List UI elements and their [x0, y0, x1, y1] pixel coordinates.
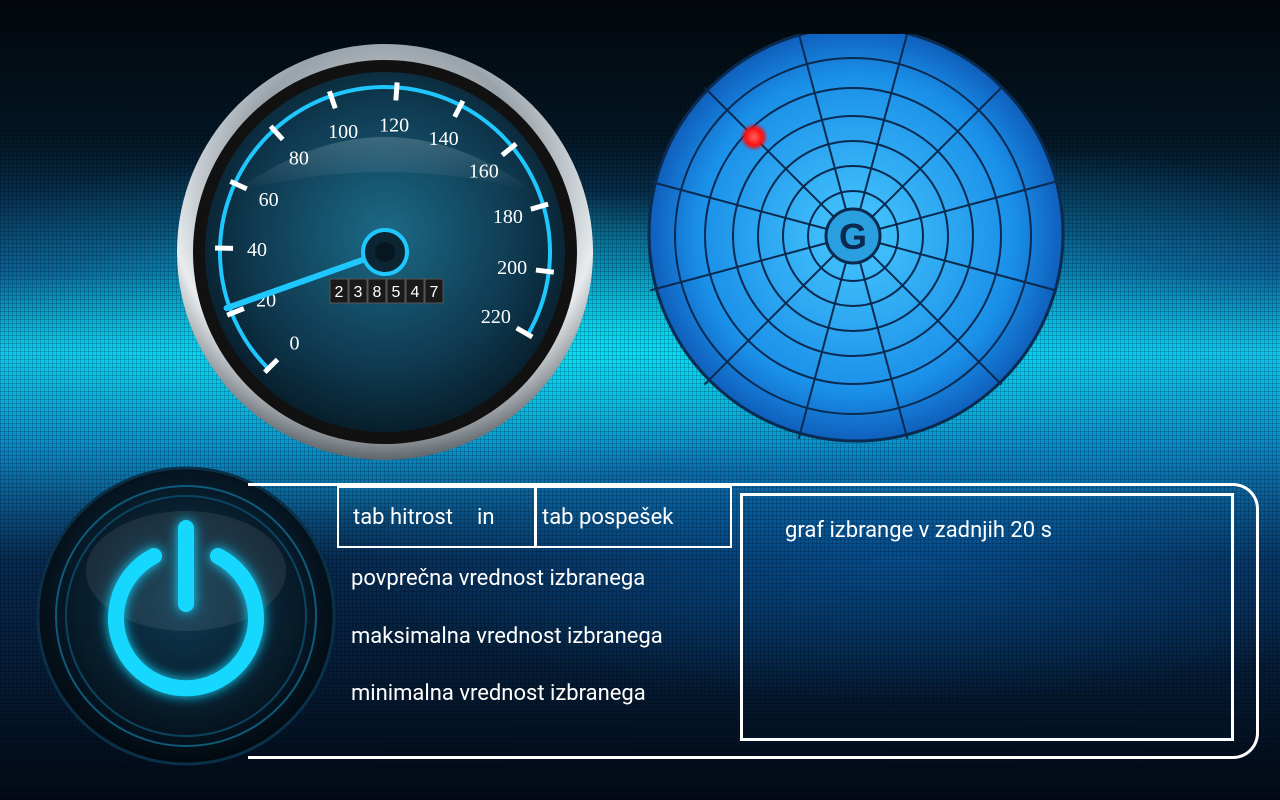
- graph-label: graf izbrange v zadnjih 20 s: [785, 518, 1052, 543]
- g-force-radar: G: [646, 25, 1066, 454]
- speed-scale-label: 0: [289, 333, 299, 355]
- tab-speed-label: tab hitrost: [353, 504, 453, 530]
- speed-scale-label: 120: [379, 114, 409, 136]
- speedometer-gauge: 020406080100120140160180200220 238547: [175, 42, 595, 462]
- g-force-marker: [740, 123, 768, 151]
- speed-scale-label: 40: [247, 239, 267, 261]
- speed-scale-label: 60: [259, 189, 279, 211]
- odometer-digit: 7: [430, 284, 439, 301]
- odometer-digit: 2: [335, 284, 344, 301]
- minimum-value-label: minimalna vrednost izbranega: [351, 681, 646, 706]
- odometer-digit: 4: [411, 284, 420, 301]
- tab-speed[interactable]: tab hitrost in: [337, 486, 537, 548]
- maximum-value-label: maksimalna vrednost izbranega: [351, 624, 663, 649]
- speed-tick: [393, 82, 400, 101]
- tab-acceleration-label: tab pospešek: [542, 504, 674, 530]
- tab-conjunction: in: [476, 504, 495, 530]
- speed-scale-label: 220: [481, 306, 511, 328]
- odometer: 238547: [329, 278, 444, 304]
- odometer-digit: 5: [392, 284, 401, 301]
- speed-scale-label: 180: [493, 206, 523, 228]
- odometer-digit: 3: [354, 284, 363, 301]
- speedometer-dial: 020406080100120140160180200220 238547: [177, 44, 593, 460]
- tab-acceleration[interactable]: tab pospešek: [534, 486, 732, 548]
- radar-center-label: G: [839, 216, 867, 257]
- average-value-label: povprečna vrednost izbranega: [351, 566, 646, 591]
- speed-tick: [535, 267, 555, 275]
- odometer-digit: 8: [373, 284, 382, 301]
- speed-scale-label: 200: [497, 257, 527, 279]
